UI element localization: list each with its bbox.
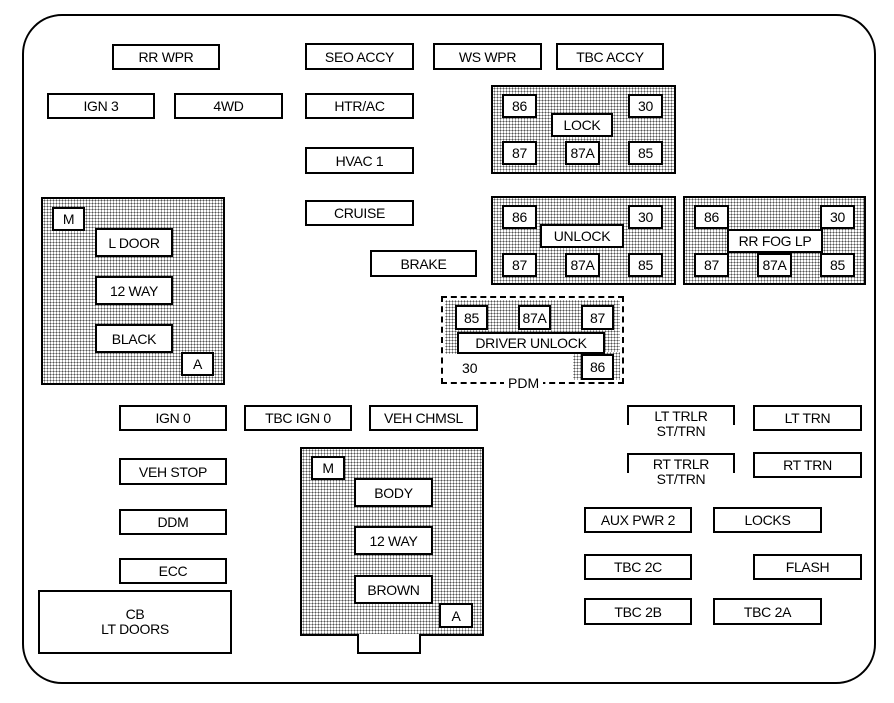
fuse-rt-trlr-st-trn: RT TRLR ST/TRN (627, 453, 735, 487)
unlock-pin-30: 30 (628, 205, 663, 229)
fuse-ign-0: IGN 0 (119, 405, 227, 431)
driver-unlock-pin-86: 86 (581, 354, 614, 380)
pdm-label: PDM (504, 376, 544, 390)
rr-fog-pin-30: 30 (820, 205, 855, 229)
driver-unlock-pin-87: 87 (581, 305, 614, 330)
connector-body-label: BODY (354, 478, 433, 507)
circuit-breaker-lt-doors: CB LT DOORS (38, 590, 232, 654)
fuse-lt-trlr-st-trn: LT TRLR ST/TRN (627, 405, 735, 439)
driver-unlock-label: DRIVER UNLOCK (457, 332, 605, 354)
rt-st-trn-label: ST/TRN (652, 471, 710, 487)
fuse-seo-accy: SEO ACCY (305, 43, 414, 70)
fuse-locks: LOCKS (713, 507, 822, 533)
connector-body-type: 12 WAY (354, 526, 433, 555)
connector-l-door-label: L DOOR (95, 228, 173, 257)
fuse-4wd: 4WD (174, 93, 283, 119)
fuse-tbc-accy: TBC ACCY (556, 43, 664, 70)
fuse-ddm: DDM (119, 509, 227, 535)
fuse-tbc-2c: TBC 2C (584, 554, 692, 580)
unlock-pin-87: 87 (502, 253, 537, 277)
connector-body-color: BROWN (354, 575, 433, 604)
lock-pin-87a: 87A (565, 141, 600, 165)
fuse-veh-chmsl: VEH CHMSL (369, 405, 478, 431)
driver-unlock-pin-85: 85 (455, 305, 488, 330)
lock-pin-30: 30 (628, 94, 663, 118)
fuse-ws-wpr: WS WPR (433, 43, 542, 70)
unlock-pin-86: 86 (502, 205, 537, 229)
pdm-pin-30-label: 30 (462, 360, 478, 376)
fuse-cruise: CRUISE (305, 200, 414, 226)
connector-body-a: A (439, 603, 473, 628)
lt-trlr-label: LT TRLR (654, 408, 708, 424)
lt-st-trn-label: ST/TRN (652, 423, 710, 439)
unlock-pin-87a: 87A (565, 253, 600, 277)
lock-pin-85: 85 (628, 141, 663, 165)
connector-body-tab (357, 634, 421, 654)
fuse-rr-wpr: RR WPR (112, 44, 220, 70)
rr-fog-pin-85: 85 (820, 253, 855, 277)
fuse-flash: FLASH (753, 554, 862, 580)
fuse-lt-trn: LT TRN (753, 405, 862, 431)
rr-fog-pin-87: 87 (694, 253, 729, 277)
lock-relay-label: LOCK (551, 113, 613, 137)
connector-l-door-type: 12 WAY (95, 276, 173, 305)
fuse-rt-trn: RT TRN (753, 452, 862, 478)
fuse-veh-stop: VEH STOP (119, 458, 227, 485)
fuse-brake: BRAKE (370, 250, 477, 277)
fuse-tbc-2a: TBC 2A (713, 598, 822, 625)
rt-trlr-label: RT TRLR (652, 456, 710, 472)
connector-l-door-m: M (52, 207, 85, 231)
cb-label: CB (125, 606, 145, 623)
fuse-ign-3: IGN 3 (47, 93, 155, 119)
fuse-aux-pwr-2: AUX PWR 2 (584, 507, 692, 533)
connector-l-door-color: BLACK (95, 324, 173, 353)
fuse-htr-ac: HTR/AC (305, 93, 414, 119)
connector-l-door-a: A (181, 352, 214, 376)
rr-fog-pin-86: 86 (694, 205, 729, 229)
fuse-hvac-1: HVAC 1 (305, 147, 414, 174)
fuse-tbc-2b: TBC 2B (584, 598, 692, 625)
lock-pin-86: 86 (502, 94, 537, 118)
driver-unlock-pin-87a: 87A (518, 305, 551, 330)
fuse-ecc: ECC (119, 558, 227, 584)
fuse-tbc-ign-0: TBC IGN 0 (244, 405, 352, 431)
cb-lt-doors-label: LT DOORS (101, 621, 169, 637)
unlock-pin-85: 85 (628, 253, 663, 277)
rr-fog-relay-label: RR FOG LP (727, 229, 823, 253)
lock-pin-87: 87 (502, 141, 537, 165)
unlock-relay-label: UNLOCK (540, 224, 624, 248)
connector-body-m: M (311, 456, 345, 480)
rr-fog-pin-87a: 87A (757, 253, 792, 277)
